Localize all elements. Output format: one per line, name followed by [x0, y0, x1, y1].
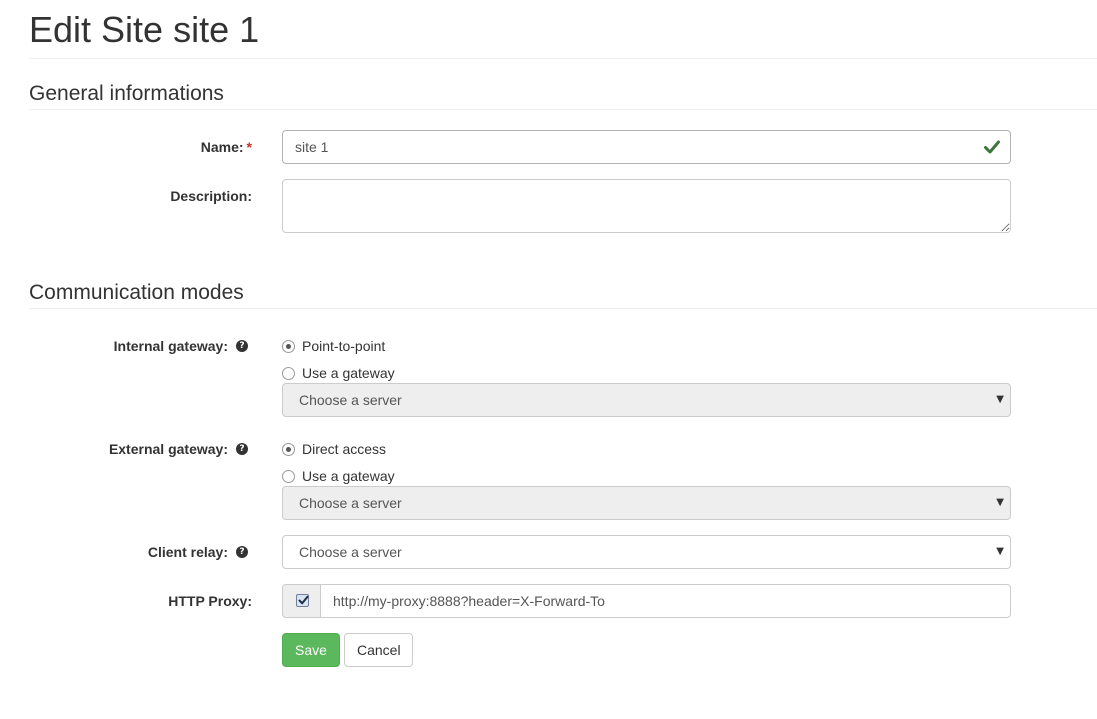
cancel-button[interactable]: Cancel	[344, 633, 413, 667]
internal-gateway-server-select[interactable]: Choose a server ▼	[282, 383, 1011, 417]
section-general-title: General informations	[29, 82, 224, 105]
name-input[interactable]: site 1	[282, 130, 1011, 164]
http-proxy-input-group: http://my-proxy:8888?header=X-Forward-To	[282, 584, 1011, 618]
save-button[interactable]: Save	[282, 633, 340, 667]
radio-point-to-point-label: Point-to-point	[302, 338, 386, 354]
caret-down-icon: ▼	[996, 546, 1004, 557]
check-icon	[984, 140, 1000, 154]
external-gateway-server-select-value: Choose a server	[299, 495, 402, 511]
description-textarea[interactable]	[282, 179, 1011, 233]
http-proxy-label: HTTP Proxy:	[168, 593, 252, 609]
radio-point-to-point-control[interactable]	[282, 340, 295, 353]
description-label: Description:	[170, 188, 252, 204]
caret-down-icon: ▼	[996, 497, 1004, 508]
internal-gateway-server-select-value: Choose a server	[299, 392, 402, 408]
radio-direct-access-control[interactable]	[282, 443, 295, 456]
client-relay-help-icon[interactable]: ?	[236, 546, 248, 558]
name-label-text: Name:	[200, 139, 244, 155]
http-proxy-input-value: http://my-proxy:8888?header=X-Forward-To	[333, 593, 605, 609]
client-relay-label: Client relay:	[147, 544, 228, 560]
name-input-value: site 1	[295, 139, 329, 155]
radio-direct-access-label: Direct access	[302, 441, 387, 457]
radio-external-use-gateway-control[interactable]	[282, 470, 295, 483]
http-proxy-input[interactable]: http://my-proxy:8888?header=X-Forward-To	[320, 584, 1011, 618]
internal-gateway-help-icon[interactable]: ?	[236, 340, 248, 352]
section-communication-divider	[29, 308, 1097, 309]
radio-external-use-gateway-label: Use a gateway	[302, 468, 395, 484]
page-title: Edit Site site 1	[29, 9, 260, 50]
caret-down-icon: ▼	[996, 394, 1004, 405]
checkmark-icon	[298, 595, 309, 605]
client-relay-select-value: Choose a server	[299, 544, 402, 560]
section-communication-title: Communication modes	[29, 281, 244, 304]
http-proxy-addon	[282, 584, 321, 618]
title-divider	[29, 58, 1097, 59]
section-general-divider	[29, 109, 1097, 110]
client-relay-select[interactable]: Choose a server ▼	[282, 535, 1011, 569]
http-proxy-checkbox[interactable]	[296, 594, 309, 607]
name-label: Name: *	[201, 137, 252, 157]
radio-internal-use-gateway-control[interactable]	[282, 367, 295, 380]
radio-internal-use-gateway-label: Use a gateway	[302, 365, 395, 381]
external-gateway-server-select[interactable]: Choose a server ▼	[282, 486, 1011, 520]
required-marker: *	[246, 139, 252, 155]
external-gateway-label: External gateway:	[108, 441, 228, 457]
external-gateway-help-icon[interactable]: ?	[236, 443, 248, 455]
internal-gateway-label: Internal gateway:	[113, 338, 228, 354]
